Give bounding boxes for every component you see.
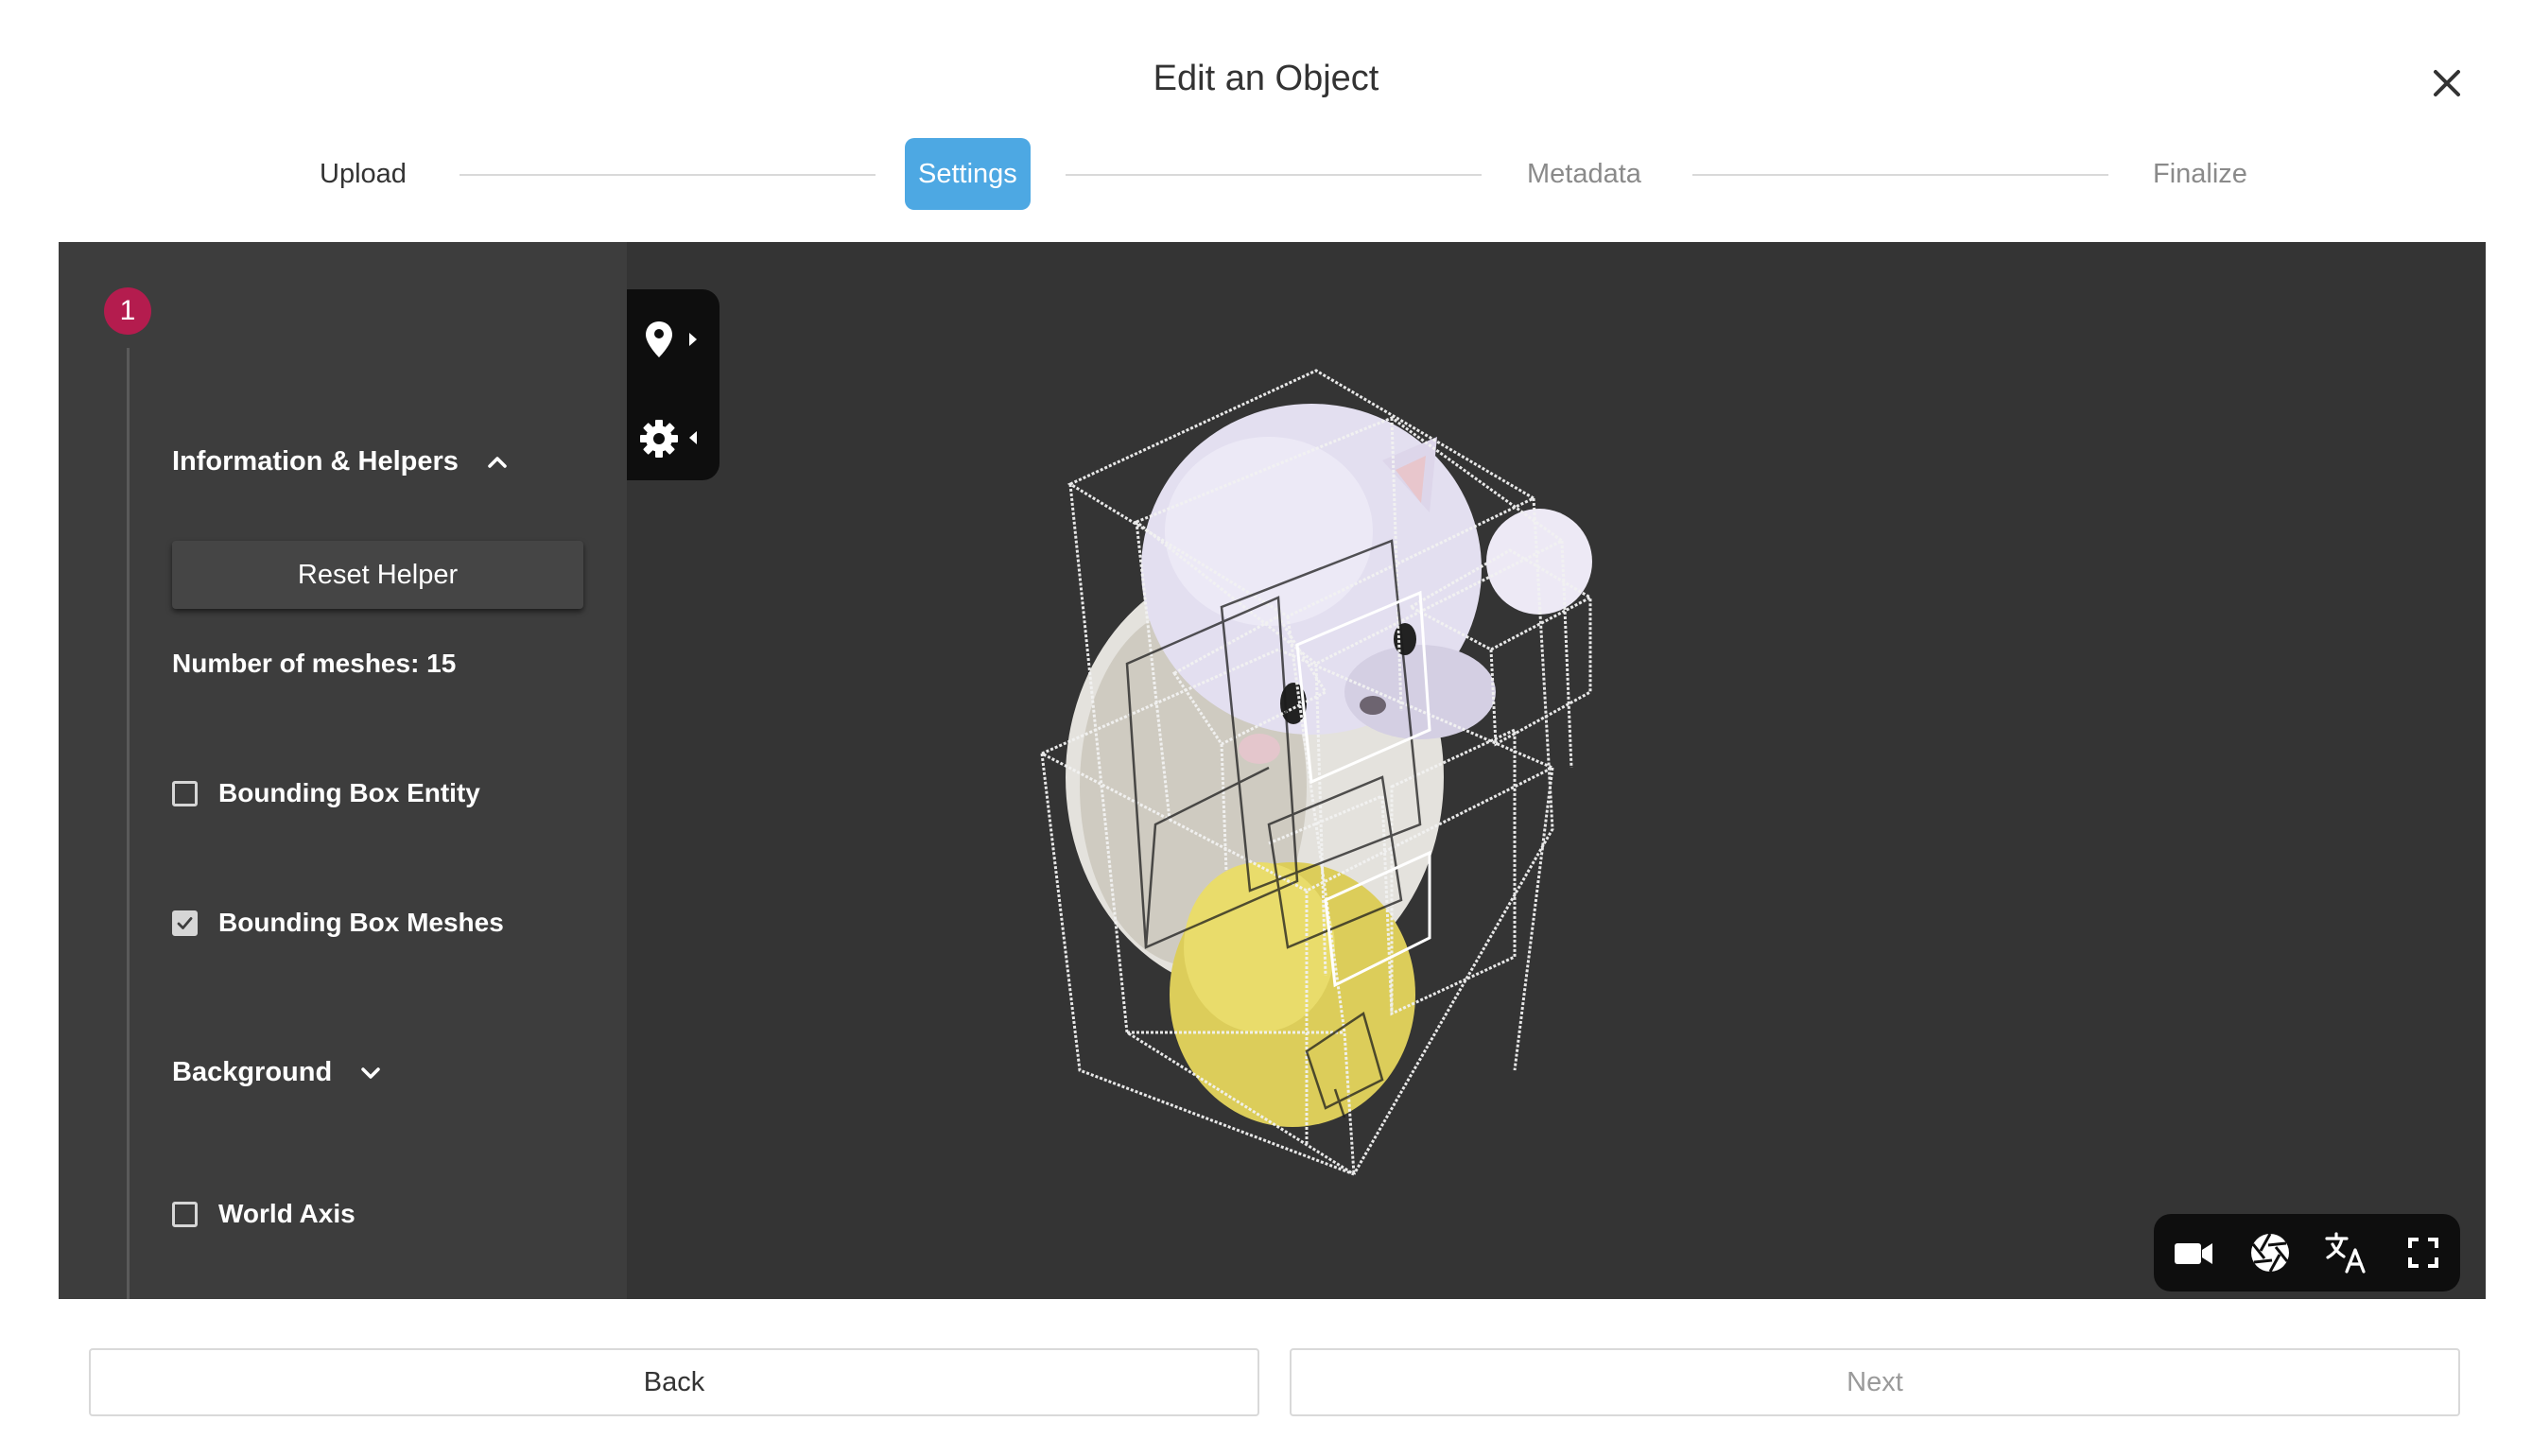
close-icon[interactable] — [2428, 64, 2466, 102]
bbox-meshes-checkbox[interactable]: Bounding Box Meshes — [172, 908, 504, 938]
gear-icon[interactable] — [640, 410, 706, 467]
video-camera-icon[interactable] — [2171, 1230, 2216, 1275]
dialog-title: Edit an Object — [1153, 59, 1379, 98]
step-connector — [460, 174, 876, 176]
next-button[interactable]: Next — [1290, 1348, 2460, 1416]
world-axis-checkbox[interactable]: World Axis — [172, 1199, 356, 1229]
checkbox-checked[interactable] — [172, 910, 198, 936]
reset-helper-button[interactable]: Reset Helper — [172, 541, 583, 609]
info-helpers-header[interactable]: Information & Helpers — [172, 446, 510, 477]
map-pin-icon[interactable] — [640, 314, 706, 371]
step-settings[interactable]: Settings — [905, 138, 1031, 210]
step-upload[interactable]: Upload — [320, 138, 407, 210]
viewer-side-toolbar — [627, 289, 720, 480]
step-finalize[interactable]: Finalize — [2153, 138, 2247, 210]
info-helpers-label: Information & Helpers — [172, 446, 459, 477]
bbox-meshes-label: Bounding Box Meshes — [218, 908, 504, 937]
back-button[interactable]: Back — [89, 1348, 1259, 1416]
checkbox-unchecked[interactable] — [172, 780, 198, 806]
translate-icon[interactable] — [2324, 1230, 2369, 1275]
checkbox-unchecked[interactable] — [172, 1201, 198, 1227]
bbox-entity-checkbox[interactable]: Bounding Box Entity — [172, 778, 480, 808]
editor-panel: 1 Information & Helpers Reset Helper Num… — [59, 242, 2486, 1299]
step-metadata[interactable]: Metadata — [1527, 138, 1641, 210]
fullscreen-icon[interactable] — [2401, 1230, 2446, 1275]
bbox-entity-label: Bounding Box Entity — [218, 778, 480, 807]
step-number-badge: 1 — [104, 287, 151, 335]
settings-sidebar: 1 Information & Helpers Reset Helper Num… — [59, 242, 627, 1299]
background-header[interactable]: Background — [172, 1057, 383, 1088]
aperture-icon[interactable] — [2247, 1230, 2293, 1275]
viewer-bottom-toolbar — [2154, 1214, 2460, 1291]
step-connector — [1066, 174, 1482, 176]
3d-model-viewport[interactable] — [985, 295, 1704, 1184]
chevron-up-icon — [485, 450, 510, 475]
step-connector — [1692, 174, 2108, 176]
meshes-count: Number of meshes: 15 — [172, 649, 457, 678]
background-label: Background — [172, 1057, 333, 1087]
chevron-down-icon — [358, 1061, 383, 1085]
step-timeline — [127, 348, 130, 1299]
world-axis-label: World Axis — [218, 1199, 356, 1228]
